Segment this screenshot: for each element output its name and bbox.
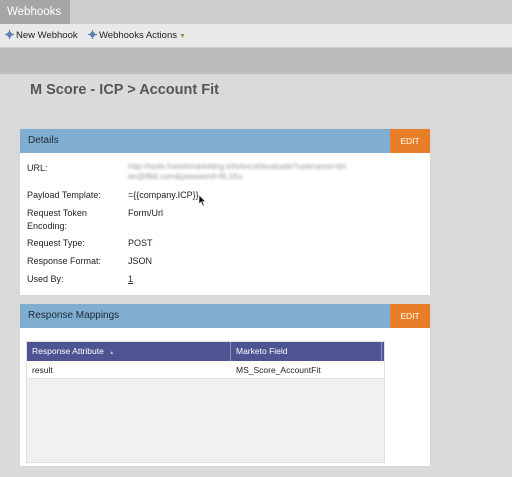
details-panel: Details EDIT URL: http://tools.hooshmark…	[20, 129, 430, 295]
page-title: M Score - ICP > Account Fit	[30, 82, 219, 98]
detail-label: Payload Template:	[27, 190, 101, 200]
details-edit-button[interactable]: EDIT	[390, 129, 430, 153]
new-webhook-icon	[5, 25, 14, 39]
mouse-cursor-icon	[198, 194, 207, 212]
column-header-response-attribute[interactable]: Response Attribute ▲	[27, 342, 230, 361]
detail-label: Used By:	[27, 274, 64, 284]
details-header: Details	[20, 129, 390, 153]
detail-value-response-format: JSON	[128, 256, 153, 266]
cell-response-attribute: result	[32, 365, 53, 375]
column-header-marketo-field[interactable]: Marketo Field	[231, 342, 381, 361]
tab-webhooks[interactable]: Webhooks	[0, 0, 70, 24]
detail-label: URL:	[27, 163, 48, 173]
column-resize-handle[interactable]	[381, 342, 382, 361]
grid-header: Response Attribute ▲ Marketo Field	[27, 342, 384, 361]
sort-asc-icon: ▲	[109, 350, 115, 356]
mappings-grid: Response Attribute ▲ Marketo Field resul…	[26, 341, 385, 463]
webhooks-actions-button[interactable]: Webhooks Actions ▼	[88, 24, 186, 48]
new-webhook-label: New Webhook	[16, 30, 78, 41]
detail-label: Request Type:	[27, 238, 85, 248]
column-header-label: Response Attribute	[32, 346, 104, 356]
cell-marketo-field: MS_Score_AccountFit	[236, 365, 321, 375]
new-webhook-button[interactable]: New Webhook	[5, 24, 78, 48]
used-by-link[interactable]: 1	[128, 273, 394, 285]
webhooks-actions-icon	[88, 25, 97, 39]
column-header-label: Marketo Field	[236, 346, 288, 356]
webhooks-actions-label: Webhooks Actions	[99, 30, 177, 41]
detail-value-request-type: POST	[128, 238, 153, 248]
detail-value-payload: ={{company.ICP}}	[128, 190, 199, 200]
response-mappings-panel: Response Mappings EDIT Response Attribut…	[20, 304, 430, 466]
mappings-edit-button[interactable]: EDIT	[390, 304, 430, 328]
subheader-band	[0, 48, 512, 74]
table-row[interactable]: result MS_Score_AccountFit	[27, 361, 384, 379]
detail-value-encoding: Form/Url	[128, 208, 163, 218]
detail-label: Request Token Encoding:	[27, 208, 87, 231]
detail-label: Response Format:	[27, 256, 102, 266]
tab-strip: Webhooks	[0, 0, 512, 24]
detail-value-url: http://tools.hooshmarketing.info/excel/e…	[128, 162, 347, 181]
chevron-down-icon: ▼	[178, 33, 186, 40]
response-mappings-header: Response Mappings	[20, 304, 390, 328]
toolbar: New Webhook Webhooks Actions ▼	[0, 24, 512, 48]
